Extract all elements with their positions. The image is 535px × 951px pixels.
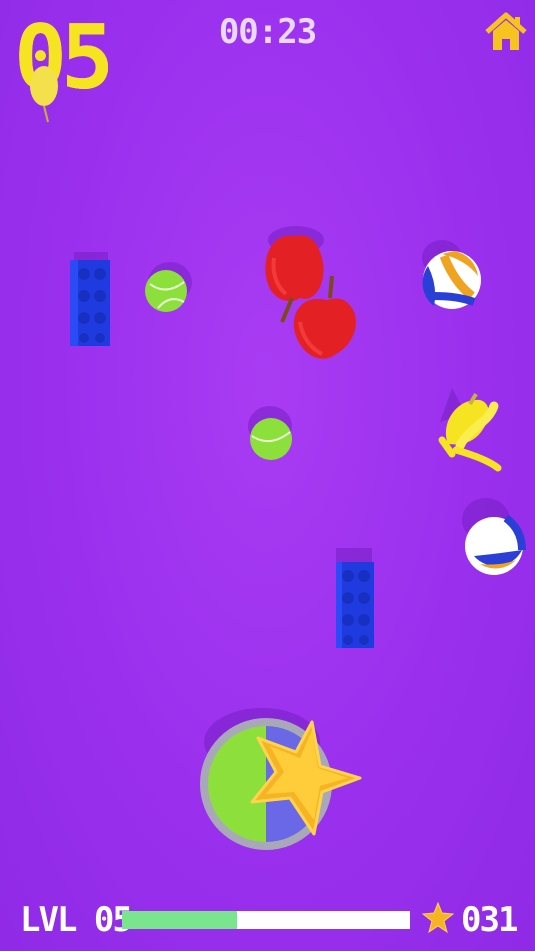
lego-brick-right[interactable] <box>330 542 380 652</box>
volleyball-bottom[interactable] <box>456 494 528 578</box>
banana-bunch[interactable] <box>430 384 510 480</box>
tennis-ball-top[interactable] <box>140 258 196 318</box>
tennis-ball-middle[interactable] <box>244 402 300 464</box>
small-balloon <box>30 66 58 123</box>
lego-brick-left[interactable] <box>64 244 116 352</box>
apple-middle[interactable] <box>286 262 362 366</box>
star-icon <box>422 902 454 934</box>
home-icon <box>485 12 527 50</box>
home-button[interactable] <box>484 10 528 54</box>
level-progress-bar <box>122 911 410 929</box>
star-collectible[interactable] <box>240 716 364 840</box>
volleyball-top[interactable] <box>414 236 486 314</box>
level-label: LVL 05 <box>20 900 133 940</box>
timer: 00:23 <box>218 12 317 52</box>
level-progress-fill <box>122 911 238 929</box>
star-count: 031 <box>461 900 518 940</box>
